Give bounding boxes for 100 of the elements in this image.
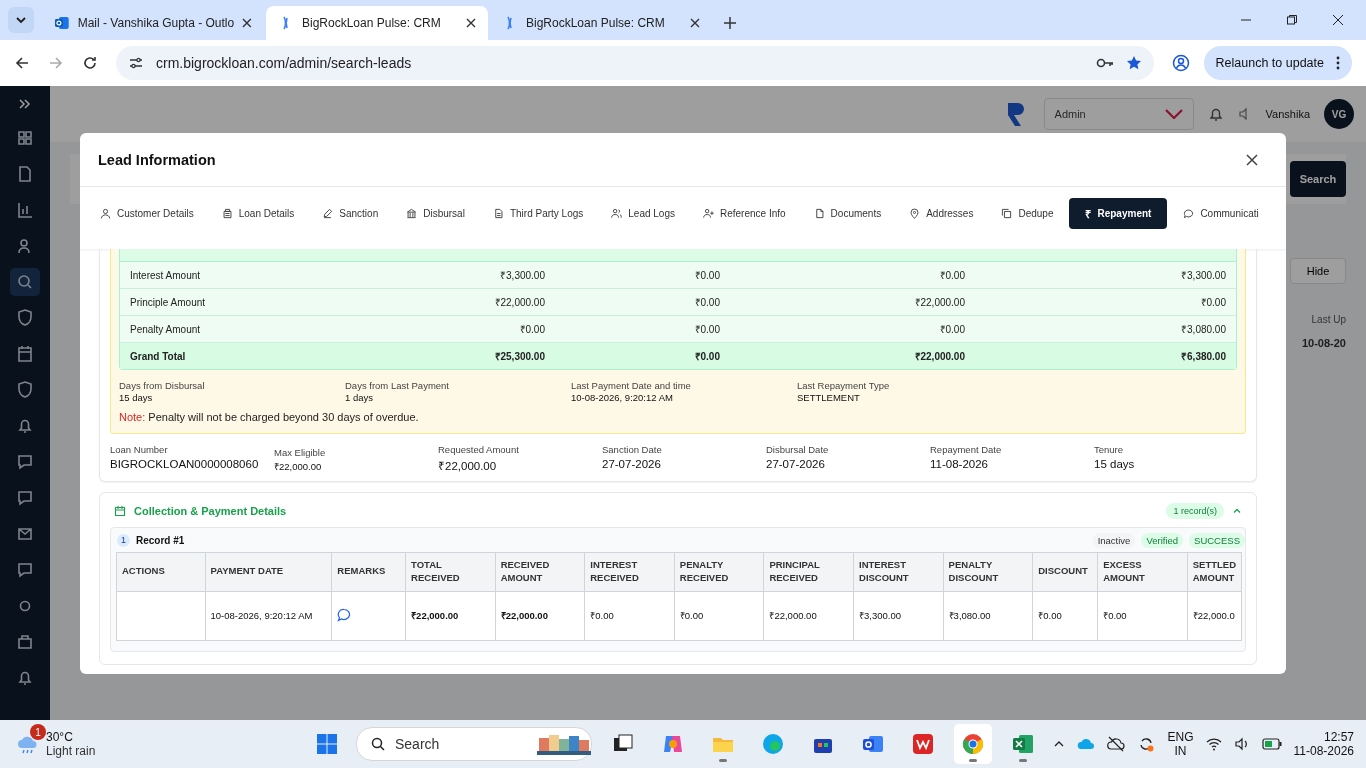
- browser-tab[interactable]: BigRockLoan Pulse: CRM: [490, 6, 712, 40]
- tab[interactable]: Lead Logs: [599, 198, 687, 229]
- back-icon[interactable]: [14, 55, 30, 71]
- close-icon[interactable]: [466, 18, 476, 28]
- person-icon: [100, 208, 111, 219]
- note-text: Note: Penalty will not be charged beyond 30 days of overdue.: [119, 411, 420, 423]
- restore-icon[interactable]: [1286, 14, 1298, 26]
- language-indicator[interactable]: ENG IN: [1167, 730, 1194, 758]
- relaunch-button[interactable]: Relaunch to update: [1203, 46, 1352, 80]
- hide-button[interactable]: Hide: [1290, 258, 1346, 284]
- new-tab-icon[interactable]: [724, 17, 736, 29]
- expand-icon[interactable]: [19, 98, 31, 110]
- bank-icon: [406, 208, 418, 219]
- user-avatar[interactable]: VG: [1324, 99, 1354, 129]
- column-header: PAYMENT DATE: [205, 552, 332, 592]
- field-value: 27-07-2026: [602, 458, 662, 470]
- table-cell: ₹0.00: [679, 610, 704, 622]
- profile-icon[interactable]: [1171, 54, 1190, 72]
- column-header: REMARKS: [331, 552, 406, 592]
- table-cell-text: Interest Amount: [129, 269, 202, 281]
- field-label: Last Repayment Type: [797, 380, 891, 391]
- cloud-off-icon[interactable]: [1107, 736, 1126, 752]
- field-label: Disbursal Date: [766, 444, 830, 455]
- search-button[interactable]: Search: [1290, 161, 1346, 197]
- table-cell-text: ₹0.00: [693, 269, 721, 282]
- close-icon[interactable]: [1332, 14, 1344, 26]
- field-value: SETTLEMENT: [797, 392, 861, 403]
- temperature: 30°C: [46, 730, 74, 744]
- field-label: Days from Last Payment: [345, 380, 450, 391]
- bell-icon[interactable]: [1207, 106, 1224, 122]
- document-icon: [813, 208, 825, 219]
- table-cell-text: ₹0.00: [693, 350, 721, 363]
- table-cell-text: ₹22,000.00: [913, 350, 966, 363]
- tab[interactable]: Reference Info: [691, 198, 798, 229]
- houses-icon: [537, 732, 591, 756]
- browser-tab[interactable]: BigRockLoan Pulse: CRM: [266, 6, 488, 40]
- search-icon[interactable]: [10, 268, 40, 296]
- table-cell-text: ₹0.00: [1199, 296, 1227, 309]
- record-number: 1: [117, 533, 130, 547]
- tab[interactable]: Customer Details: [88, 198, 206, 229]
- table-cell: ₹0.00: [1038, 610, 1062, 622]
- table-cell-text: ₹3,080.00: [1180, 323, 1227, 336]
- sync-icon[interactable]: [1137, 735, 1156, 753]
- tab[interactable]: Communicati: [1171, 198, 1259, 229]
- site-settings-icon[interactable]: [128, 55, 144, 71]
- tab[interactable]: Loan Details: [209, 198, 307, 229]
- field-value: 27-07-2026: [766, 458, 826, 470]
- chat-icon[interactable]: [337, 607, 352, 622]
- table-cell: ₹22,000.00: [769, 610, 817, 622]
- address-field[interactable]: crm.bigrockloan.com/admin/search-leads: [116, 46, 1154, 80]
- windows-icon[interactable]: [316, 733, 338, 755]
- clock[interactable]: 12:57 11-08-2026: [1293, 730, 1354, 758]
- field-value: BIGROCKLOAN0000008060: [110, 458, 260, 470]
- column-header: PENALTY RECEIVED: [674, 552, 764, 592]
- more-icon[interactable]: [1336, 56, 1340, 70]
- table-cell: ₹22,000.00: [500, 610, 548, 622]
- wifi-icon[interactable]: [1205, 737, 1222, 751]
- close-icon[interactable]: [690, 18, 700, 28]
- speaker-icon[interactable]: [1233, 737, 1250, 751]
- copy-icon: [1001, 208, 1013, 219]
- pen-icon: [322, 208, 334, 219]
- table-cell-text: ₹25,300.00: [493, 350, 546, 363]
- table-cell: 10-08-2026, 9:20:12 AM: [210, 610, 313, 622]
- tab[interactable]: Dedupe: [989, 198, 1066, 229]
- tab[interactable]: Third Party Logs: [480, 198, 596, 229]
- role-select[interactable]: Admin: [1043, 98, 1194, 130]
- tab[interactable]: Documents: [801, 198, 894, 229]
- calendar-icon: [114, 505, 126, 517]
- table-cell-text: ₹22,000.00: [493, 296, 546, 309]
- status-badge: Verified: [1141, 532, 1184, 548]
- field-value: ₹22,000.00: [438, 459, 498, 473]
- browser-tab[interactable]: Mail - Vanshika Gupta - Outlo: [42, 6, 264, 40]
- record-title: Record #1: [136, 534, 185, 546]
- tab-search-button[interactable]: [8, 7, 34, 33]
- table-cell: ₹22,000.0: [1192, 610, 1235, 622]
- taskbar-search-field[interactable]: Search: [356, 727, 592, 761]
- table-cell-text: ₹0.00: [938, 269, 966, 282]
- reload-icon[interactable]: [82, 55, 98, 71]
- last-updated-label: Last Up: [1311, 314, 1346, 325]
- table-cell-text: ₹0.00: [938, 323, 966, 336]
- table-cell-text: ₹0.00: [693, 296, 721, 309]
- field-label: Sanction Date: [602, 444, 663, 455]
- section-title: Collection & Payment Details: [134, 505, 287, 517]
- table-cell: ₹3,080.00: [948, 610, 991, 622]
- tab[interactable]: Sanction: [310, 198, 391, 229]
- dialog-title: Lead Information: [98, 151, 216, 168]
- tab[interactable]: Addresses: [897, 198, 986, 229]
- chrome-app-icon[interactable]: [954, 724, 992, 764]
- status-badge: SUCCESS: [1189, 532, 1245, 548]
- weather-condition: Light rain: [46, 744, 96, 758]
- star-icon[interactable]: [1125, 55, 1142, 71]
- tab[interactable]: Disbursal: [394, 198, 477, 229]
- close-icon[interactable]: [1246, 153, 1258, 166]
- battery-icon[interactable]: [1261, 738, 1282, 750]
- table-cell: ₹0.00: [1103, 610, 1127, 622]
- field-value: 15 days: [119, 392, 154, 403]
- field-label: Last Payment Date and time: [571, 380, 692, 391]
- column-header: DISCOUNT: [1032, 552, 1098, 592]
- close-icon[interactable]: [242, 18, 252, 28]
- tab[interactable]: ₹ Repayment: [1069, 198, 1168, 229]
